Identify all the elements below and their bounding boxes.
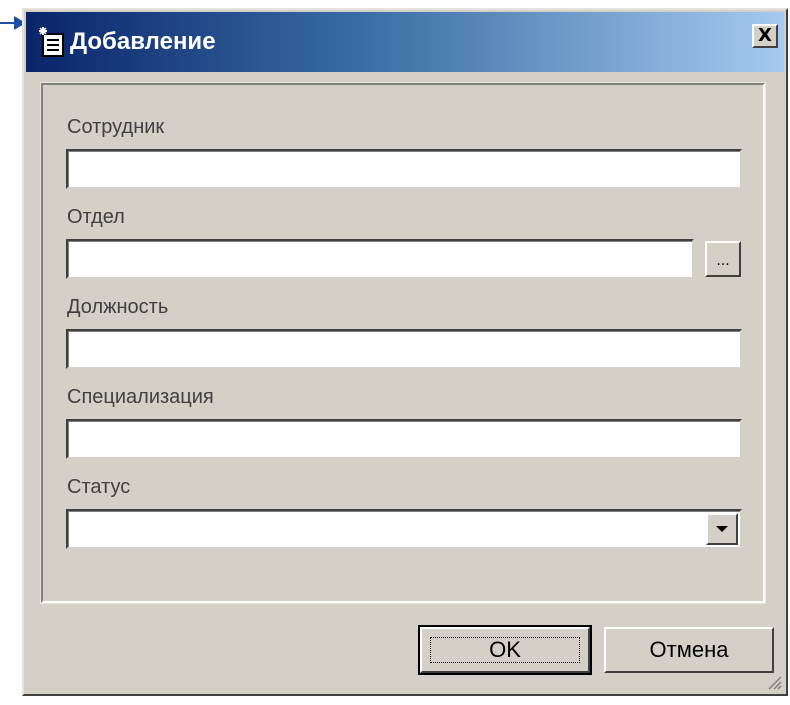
employee-label: Сотрудник [67, 116, 165, 138]
employee-input[interactable] [66, 149, 742, 189]
add-dialog-window: Добавление X Сотрудник Отдел ... Должнос… [22, 8, 788, 696]
department-browse-button[interactable]: ... [705, 241, 741, 277]
new-document-icon [39, 27, 64, 57]
browse-button-label: ... [716, 253, 730, 269]
position-label: Должность [67, 296, 169, 318]
focus-rectangle [430, 637, 580, 663]
specialization-label: Специализация [67, 386, 214, 408]
status-dropdown-button[interactable] [706, 513, 738, 545]
chevron-down-icon [716, 526, 728, 532]
window-title: Добавление [70, 28, 216, 55]
department-input[interactable] [66, 239, 694, 279]
resize-grip-icon[interactable] [766, 674, 782, 690]
specialization-input[interactable] [66, 419, 742, 459]
cancel-button-label: Отмена [649, 637, 729, 662]
position-input[interactable] [66, 329, 742, 369]
department-label: Отдел [67, 206, 125, 228]
status-label: Статус [67, 476, 131, 498]
status-combobox[interactable] [66, 509, 742, 549]
close-button[interactable]: X [752, 24, 778, 48]
cancel-button[interactable]: Отмена [604, 627, 774, 673]
form-group-box: Сотрудник Отдел ... Должность Специализа… [40, 82, 766, 604]
ok-button[interactable]: OK [418, 625, 592, 675]
title-bar[interactable]: Добавление X [26, 12, 784, 72]
close-icon: X [758, 25, 772, 46]
